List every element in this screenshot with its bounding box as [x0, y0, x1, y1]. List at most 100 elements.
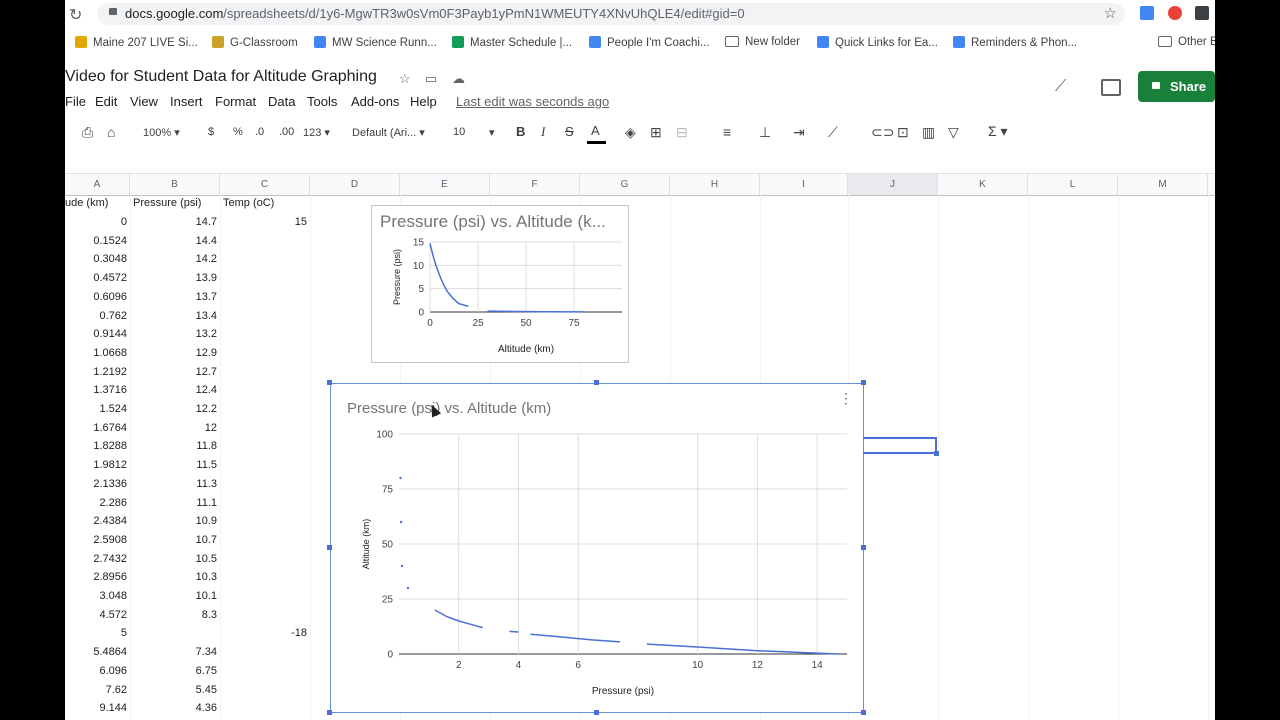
fill-handle[interactable]	[934, 451, 939, 456]
last-edit-link[interactable]: Last edit was seconds ago	[456, 94, 609, 109]
puzzle-icon[interactable]	[1195, 6, 1209, 20]
header-cell-pressure[interactable]: Pressure (psi)	[133, 197, 201, 209]
text-rotation-icon[interactable]: ⟋	[828, 124, 838, 141]
text-color-button[interactable]: A	[591, 123, 600, 138]
font-select[interactable]: Default (Ari... ▾	[352, 126, 425, 139]
borders-icon[interactable]: ⊞	[650, 124, 662, 141]
table-cell[interactable]: 13.4	[65, 310, 217, 322]
resize-handle[interactable]	[594, 380, 599, 385]
insert-chart-icon[interactable]: ▥	[922, 124, 935, 141]
more-formats-select[interactable]: 123 ▾	[303, 126, 330, 139]
table-cell[interactable]: 14.4	[65, 235, 217, 247]
table-cell[interactable]: 11.1	[65, 497, 217, 509]
menu-help[interactable]: Help	[410, 94, 437, 109]
table-cell[interactable]: 14.2	[65, 253, 217, 265]
table-cell[interactable]: 12	[65, 422, 217, 434]
table-cell[interactable]: 13.2	[65, 328, 217, 340]
reload-icon[interactable]: ↻	[69, 5, 82, 25]
bookmark-item[interactable]: MW Science Runn...	[314, 36, 437, 49]
menu-addons[interactable]: Add-ons	[351, 94, 399, 109]
menu-edit[interactable]: Edit	[95, 94, 117, 109]
comments-icon[interactable]	[1101, 79, 1121, 96]
small-chart[interactable]: Pressure (psi) vs. Altitude (k... 0 5 10 15 0…	[371, 205, 629, 363]
menu-format[interactable]: Format	[215, 94, 256, 109]
extension-icon[interactable]	[1140, 6, 1154, 20]
star-icon[interactable]: ☆	[399, 71, 411, 87]
resize-handle[interactable]	[861, 710, 866, 715]
column-header-k[interactable]: K	[938, 174, 1028, 195]
fill-color-icon[interactable]: ◈	[625, 124, 636, 141]
move-folder-icon[interactable]: ▭	[425, 71, 437, 87]
filter-icon[interactable]: ▽	[948, 124, 959, 141]
column-header-g[interactable]: G	[580, 174, 670, 195]
table-cell[interactable]: 7.34	[65, 646, 217, 658]
selected-chart[interactable]: Pressure (psi) vs. Altitude (km) 0 25 50 75 1…	[330, 383, 864, 713]
selected-cell[interactable]	[863, 437, 937, 454]
table-cell[interactable]: 6.75	[65, 665, 217, 677]
insert-comment-icon[interactable]: ⊡	[897, 124, 909, 141]
italic-button[interactable]: I	[541, 124, 545, 140]
bookmark-item[interactable]: Reminders & Phon...	[953, 36, 1077, 49]
table-cell[interactable]: 11.5	[65, 459, 217, 471]
table-cell[interactable]: 12.7	[65, 366, 217, 378]
column-header-m[interactable]: M	[1118, 174, 1208, 195]
strikethrough-button[interactable]: S	[565, 124, 574, 139]
table-cell[interactable]: -18	[65, 627, 307, 639]
column-header-h[interactable]: H	[670, 174, 760, 195]
extension-icon[interactable]	[1168, 6, 1182, 20]
bookmark-item[interactable]: People I'm Coachi...	[589, 36, 710, 49]
column-header-b[interactable]: B	[130, 174, 220, 195]
increase-decimal-button[interactable]: .00	[279, 126, 294, 138]
table-cell[interactable]: 10.1	[65, 590, 217, 602]
bookmark-item[interactable]: Other B	[1158, 36, 1215, 48]
zoom-select[interactable]: 100% ▾	[143, 126, 180, 139]
text-wrap-icon[interactable]: ⇥	[793, 124, 805, 141]
menu-view[interactable]: View	[130, 94, 158, 109]
column-header-i[interactable]: I	[760, 174, 848, 195]
percent-button[interactable]: %	[233, 126, 243, 138]
insert-link-icon[interactable]: ⊂⊃	[871, 124, 894, 141]
table-cell[interactable]: 12.9	[65, 347, 217, 359]
horizontal-align-icon[interactable]: ≡	[723, 124, 731, 140]
bookmark-item[interactable]: Quick Links for Ea...	[817, 36, 938, 49]
activity-dashboard-icon[interactable]: ⟋	[1055, 78, 1066, 96]
table-cell[interactable]: 10.9	[65, 515, 217, 527]
table-cell[interactable]: 11.3	[65, 478, 217, 490]
merge-cells-icon[interactable]: ⊟	[676, 124, 688, 141]
url-text[interactable]: docs.google.com/spreadsheets/d/1y6-MgwTR…	[125, 6, 745, 21]
table-cell[interactable]: 12.4	[65, 384, 217, 396]
bookmark-item[interactable]: Maine 207 LIVE Si...	[75, 36, 198, 49]
bold-button[interactable]: B	[516, 124, 525, 139]
column-header-d[interactable]: D	[310, 174, 400, 195]
bookmark-item[interactable]: G-Classroom	[212, 36, 298, 49]
column-header-l[interactable]: L	[1028, 174, 1118, 195]
table-cell[interactable]: 8.3	[65, 609, 217, 621]
menu-insert[interactable]: Insert	[170, 94, 203, 109]
resize-handle[interactable]	[327, 380, 332, 385]
column-header-a[interactable]: A	[65, 174, 130, 195]
bookmark-star-icon[interactable]: ☆	[1104, 4, 1117, 22]
document-title[interactable]: Video for Student Data for Altitude Grap…	[65, 68, 377, 86]
table-cell[interactable]: 13.7	[65, 291, 217, 303]
resize-handle[interactable]	[861, 380, 866, 385]
table-cell[interactable]: 4.36	[65, 702, 217, 714]
column-header-c[interactable]: C	[220, 174, 310, 195]
table-cell[interactable]: 10.5	[65, 553, 217, 565]
table-cell[interactable]: 10.3	[65, 571, 217, 583]
table-cell[interactable]: 11.8	[65, 440, 217, 452]
paint-format-icon[interactable]: ⌂	[107, 124, 115, 140]
table-cell[interactable]: 10.7	[65, 534, 217, 546]
vertical-align-icon[interactable]: ⊥	[759, 124, 771, 141]
currency-button[interactable]: $	[208, 126, 214, 138]
column-header-j[interactable]: J	[848, 174, 938, 195]
print-icon[interactable]: ⎙	[82, 124, 93, 141]
resize-handle[interactable]	[861, 545, 866, 550]
table-cell[interactable]: 15	[65, 216, 307, 228]
resize-handle[interactable]	[594, 710, 599, 715]
menu-file[interactable]: File	[65, 94, 86, 109]
menu-data[interactable]: Data	[268, 94, 295, 109]
column-header-e[interactable]: E	[400, 174, 490, 195]
decrease-decimal-button[interactable]: .0	[255, 126, 264, 138]
resize-handle[interactable]	[327, 710, 332, 715]
header-cell-altitude[interactable]: ude (km)	[65, 197, 108, 209]
